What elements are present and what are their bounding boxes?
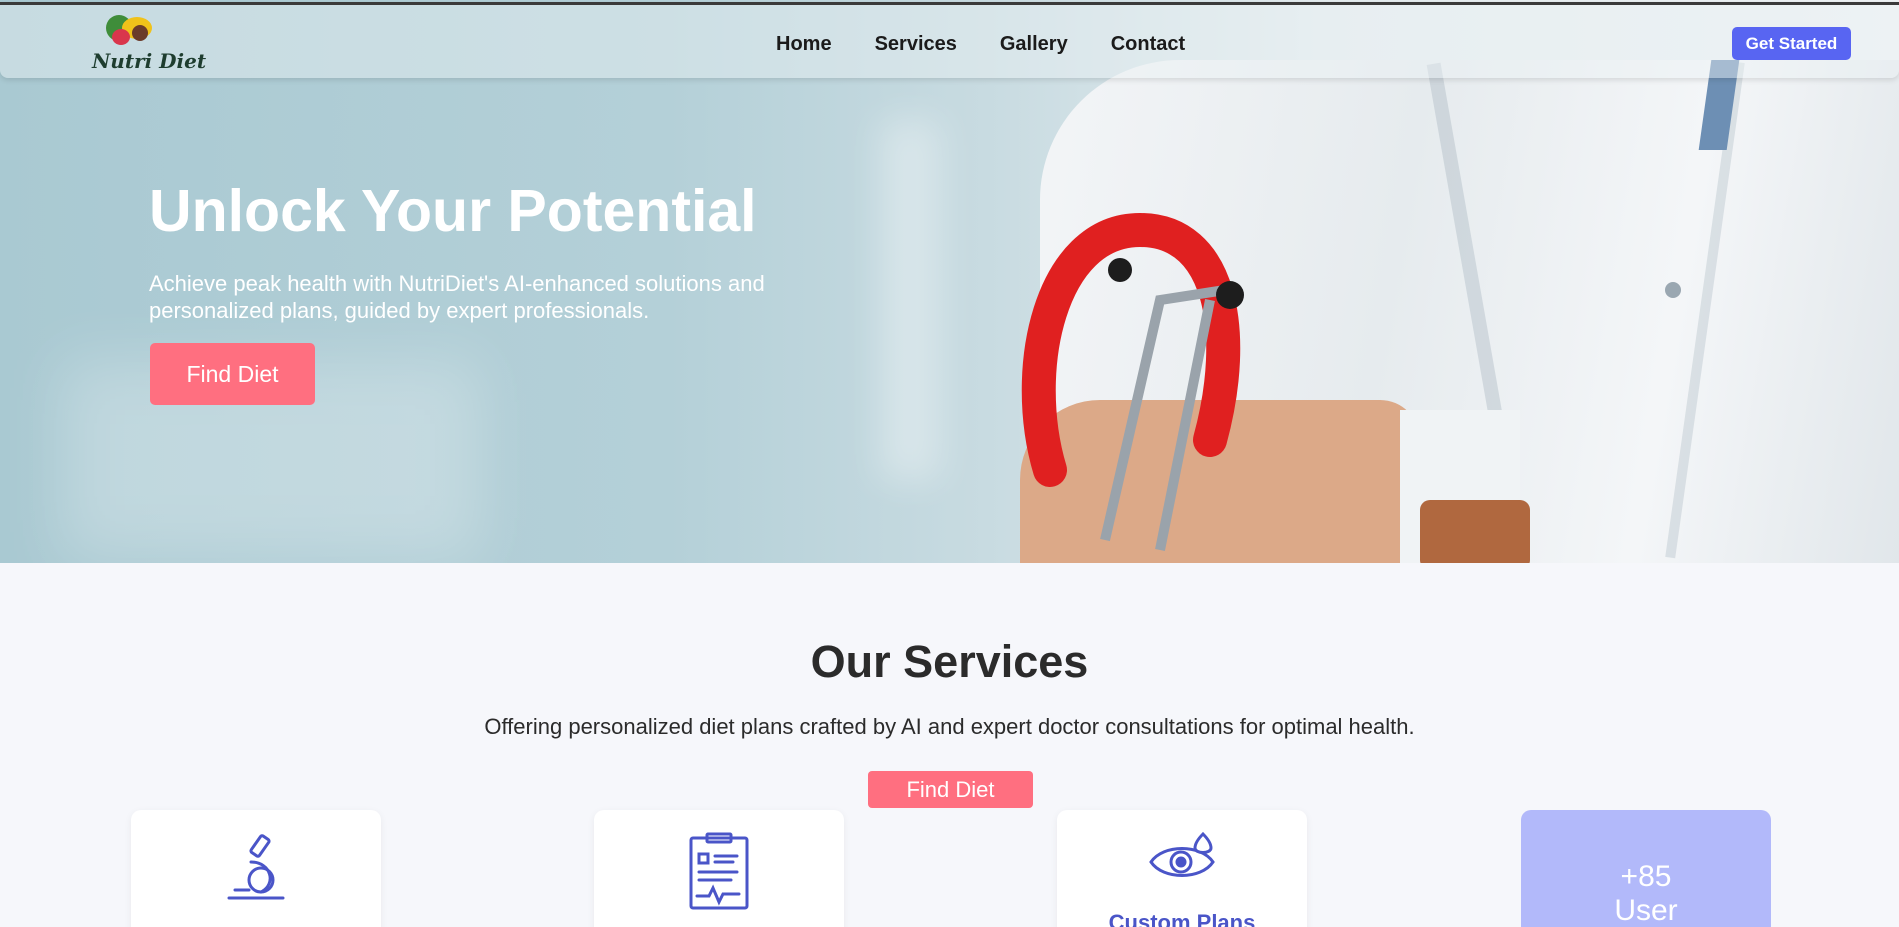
nav-services[interactable]: Services	[875, 33, 957, 56]
stethoscope-image	[1021, 212, 1244, 551]
nav-contact[interactable]: Contact	[1111, 33, 1185, 56]
navbar: Nutri Diet Home Services Gallery Contact…	[0, 2, 1899, 78]
stat-value: +85	[1620, 860, 1672, 893]
brand-logo[interactable]: Nutri Diet	[90, 11, 206, 75]
hero-bg-blur	[880, 120, 940, 480]
service-card-label: Custom Plans	[1108, 910, 1256, 927]
get-started-button[interactable]: Get Started	[1732, 27, 1851, 60]
user-stat-card: +85 User	[1521, 810, 1771, 927]
nav-home[interactable]: Home	[776, 33, 832, 56]
hero-title: Unlock Your Potential	[149, 178, 757, 244]
nav-gallery[interactable]: Gallery	[1000, 33, 1068, 56]
eye-icon	[1149, 832, 1215, 877]
services-subtitle: Offering personalized diet plans crafted…	[484, 714, 1415, 739]
hero-subtitle: Achieve peak health with NutriDiet's AI-…	[149, 271, 765, 323]
clipboard-icon	[689, 832, 749, 910]
services-find-diet-button[interactable]: Find Diet	[868, 771, 1033, 808]
services-title: Our Services	[810, 636, 1089, 687]
service-card[interactable]	[594, 810, 844, 927]
hero-find-diet-button[interactable]: Find Diet	[150, 343, 315, 405]
service-card[interactable]: Custom Plans	[1057, 810, 1307, 927]
service-card[interactable]	[131, 810, 381, 927]
microscope-icon	[227, 834, 285, 900]
hero-image-watch	[1420, 500, 1530, 563]
nav-links: Home Services Gallery Contact	[776, 33, 1228, 56]
brand-name: Nutri Diet	[92, 49, 207, 73]
stat-label: User	[1614, 894, 1678, 927]
